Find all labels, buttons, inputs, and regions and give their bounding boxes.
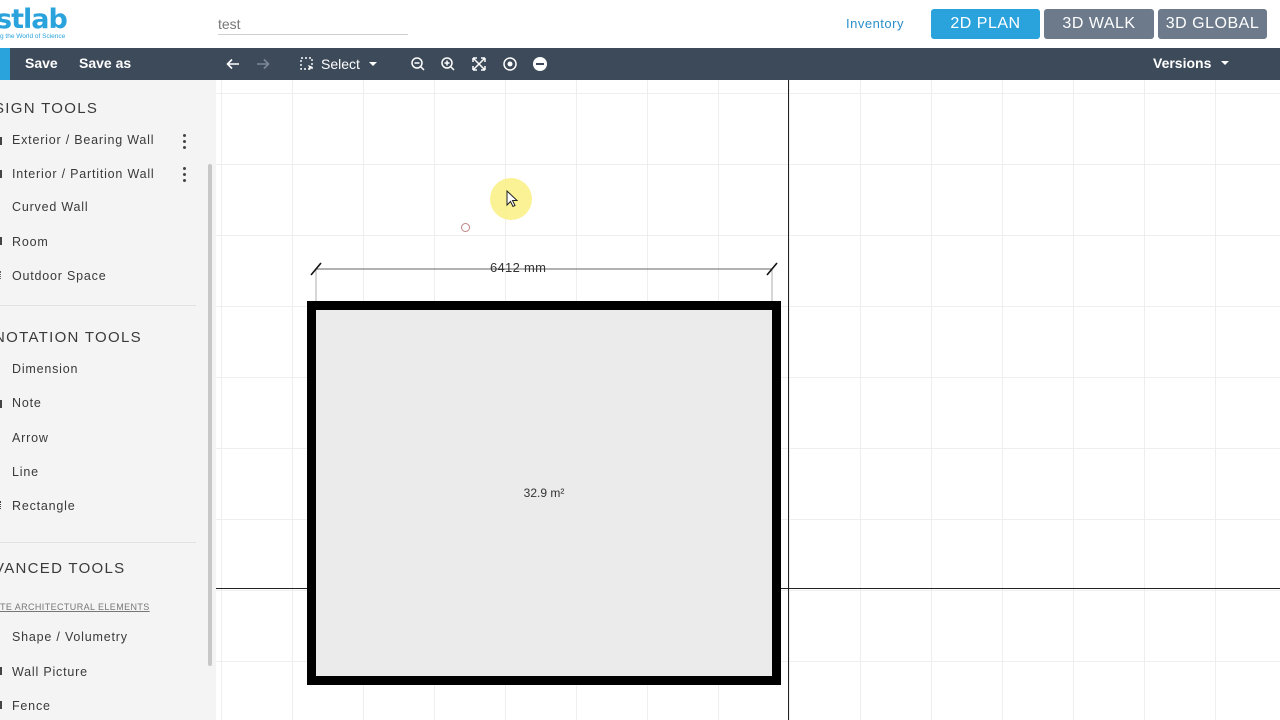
save-button[interactable]: Save (25, 55, 58, 71)
tool-line[interactable]: Line (12, 465, 39, 479)
undo-arrow-icon[interactable] (223, 54, 243, 74)
tool-exterior-bearing-wall[interactable]: Exterior / Bearing Wall (12, 133, 154, 147)
advanced-tools-heading: VANCED TOOLS (0, 560, 126, 577)
fit-screen-icon[interactable] (469, 54, 489, 74)
toolbar: Save Save as Select Versions (0, 48, 1280, 80)
wall-tool-icon (0, 137, 5, 145)
tool-room[interactable]: Room (12, 235, 49, 249)
select-tool-dropdown[interactable]: Select (299, 54, 380, 74)
tools-sidebar: SIGN TOOLS Exterior / Bearing Wall Inter… (0, 80, 216, 720)
versions-dropdown[interactable]: Versions (1153, 55, 1231, 71)
tool-curved-wall[interactable]: Curved Wall (12, 200, 88, 214)
chevron-down-icon (368, 62, 377, 66)
sidebar-scrollbar[interactable] (208, 164, 212, 666)
outdoor-tool-icon (0, 271, 4, 279)
more-options-icon[interactable] (183, 167, 187, 182)
tool-interior-partition-wall[interactable]: Interior / Partition Wall (12, 167, 155, 181)
room-area-label: 32.9 m² (523, 486, 565, 500)
menu-toggle-button[interactable] (0, 48, 10, 80)
section-divider (0, 542, 196, 543)
room-shape[interactable]: 32.9 m² (307, 301, 781, 685)
minus-circle-icon[interactable] (530, 54, 550, 74)
create-architectural-elements-link[interactable]: TE ARCHITECTURAL ELEMENTS (0, 602, 150, 612)
tool-arrow[interactable]: Arrow (12, 431, 49, 445)
view-3d-walk-button[interactable]: 3D WALK (1044, 9, 1154, 39)
chevron-down-icon (1221, 61, 1230, 65)
logo-text: stlab (0, 6, 68, 35)
more-options-icon[interactable] (183, 134, 187, 149)
project-title-input[interactable] (218, 14, 408, 35)
logo-tagline: g the World of Science (0, 33, 66, 40)
room-tool-icon (0, 237, 5, 245)
wall-tool-icon (0, 170, 5, 178)
tool-fence[interactable]: Fence (12, 699, 51, 713)
center-target-icon[interactable] (500, 54, 520, 74)
tool-shape-volumetry[interactable]: Shape / Volumetry (12, 630, 128, 644)
versions-label: Versions (1153, 55, 1212, 71)
top-bar: stlab g the World of Science Inventory 2… (0, 0, 1280, 48)
view-2d-plan-button[interactable]: 2D PLAN (931, 9, 1040, 39)
dimension-label[interactable]: 6412 mm (490, 260, 546, 275)
picture-tool-icon (0, 667, 5, 675)
select-tool-label: Select (321, 56, 360, 72)
snap-point-marker[interactable] (461, 223, 470, 232)
mouse-cursor-icon (506, 190, 518, 208)
save-as-button[interactable]: Save as (79, 55, 131, 71)
tool-outdoor-space[interactable]: Outdoor Space (12, 269, 106, 283)
app-logo[interactable]: stlab g the World of Science (0, 6, 80, 44)
inventory-link[interactable]: Inventory (846, 16, 904, 31)
redo-arrow-icon[interactable] (253, 54, 273, 74)
section-divider (0, 305, 196, 306)
rectangle-tool-icon (0, 501, 4, 509)
annotation-tools-heading: NOTATION TOOLS (0, 329, 142, 346)
zoom-out-icon[interactable] (408, 54, 428, 74)
fence-tool-icon (0, 701, 5, 709)
zoom-in-icon[interactable] (438, 54, 458, 74)
view-3d-global-button[interactable]: 3D GLOBAL (1158, 9, 1267, 39)
tool-note[interactable]: Note (12, 396, 42, 410)
tool-rectangle[interactable]: Rectangle (12, 499, 76, 513)
plan-canvas[interactable]: 6412 mm 32.9 m² (216, 80, 1280, 720)
select-marquee-icon (300, 57, 313, 70)
tool-dimension[interactable]: Dimension (12, 362, 78, 376)
note-tool-icon (0, 400, 5, 408)
tool-wall-picture[interactable]: Wall Picture (12, 665, 88, 679)
design-tools-heading: SIGN TOOLS (0, 100, 99, 117)
